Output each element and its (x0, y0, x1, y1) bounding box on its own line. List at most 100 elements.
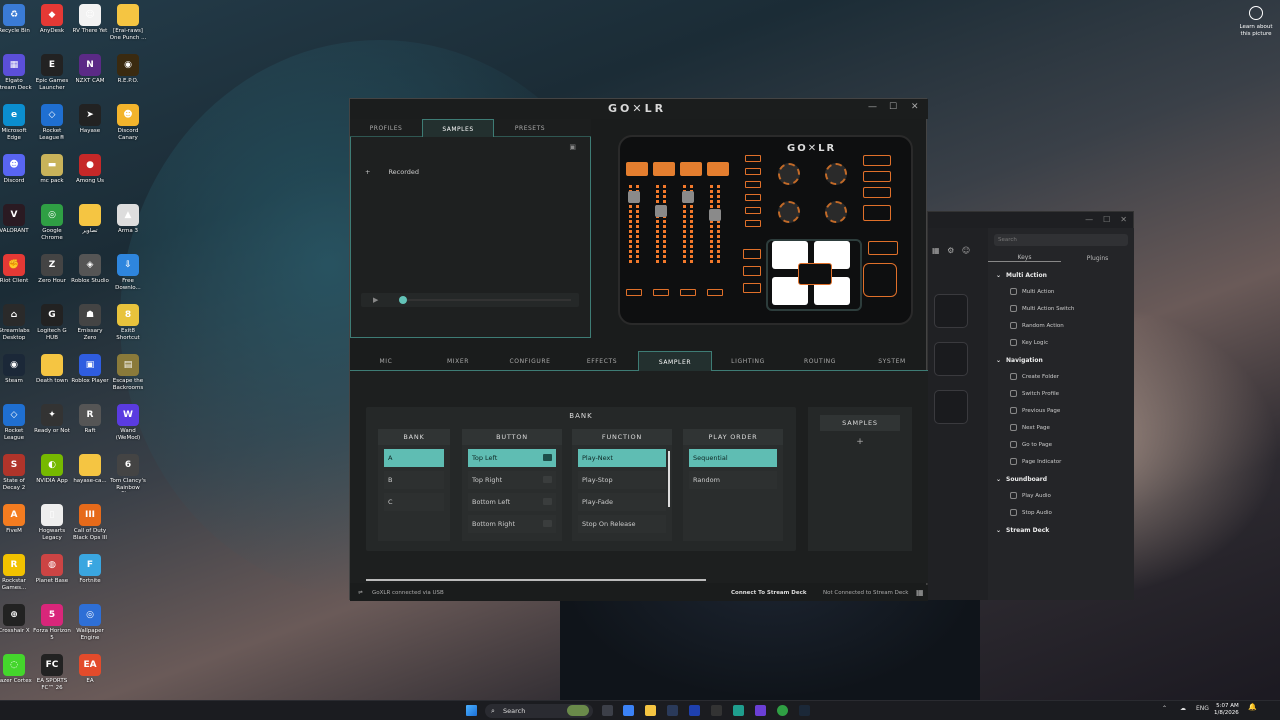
button-option[interactable]: Bottom Left (468, 493, 556, 511)
fx-toggle-button[interactable] (863, 205, 891, 221)
robot-button[interactable] (863, 171, 891, 182)
tab-keys[interactable]: Keys (988, 254, 1061, 262)
effect-knob[interactable] (778, 163, 800, 185)
tab-profiles[interactable]: PROFILES (350, 119, 422, 137)
effect-knob[interactable] (825, 163, 847, 185)
app-icon[interactable] (711, 705, 722, 716)
desktop-icon[interactable]: Z Zero Hour (33, 254, 71, 292)
fader[interactable] (626, 185, 642, 265)
tab-plugins[interactable]: Plugins (1061, 255, 1134, 262)
tab-presets[interactable]: PRESETS (494, 119, 566, 137)
mute-button[interactable] (626, 289, 642, 296)
close-icon[interactable]: ✕ (1120, 215, 1127, 225)
desktop-icon[interactable]: III Call of Duty Black Ops III (71, 504, 109, 542)
taskbar-clock[interactable]: 5:07 AM 1/8/2026 (1214, 703, 1239, 717)
desktop-icon[interactable]: N NZXT CAM (71, 54, 109, 92)
desktop-icon[interactable]: ⌂ Streamlabs Desktop (0, 304, 33, 342)
fx-button[interactable] (653, 162, 675, 176)
megaphone-button[interactable] (863, 155, 891, 166)
desktop-icon[interactable]: hayase-ca... (71, 454, 109, 492)
desktop-icon[interactable]: F Fortnite (71, 554, 109, 592)
tab-configure[interactable]: CONFIGURE (494, 351, 566, 371)
desktop-icon[interactable]: ☻ Discord (0, 154, 33, 192)
effect-preset-button[interactable] (745, 168, 761, 175)
tab-system[interactable]: SYSTEM (856, 351, 928, 371)
desktop-icon[interactable]: ◌ Razer Cortex (0, 654, 33, 692)
desktop-icon[interactable]: EA EA (71, 654, 109, 692)
fx-button[interactable] (626, 162, 648, 176)
tab-sampler[interactable]: SAMPLER (638, 351, 712, 371)
action-group-header[interactable]: ⌄ Navigation (988, 351, 1134, 368)
plugin-icon[interactable]: ▦ (932, 246, 940, 255)
function-option[interactable]: Play-Stop (578, 471, 666, 489)
action-item[interactable]: Play Audio (988, 487, 1134, 504)
desktop-icon[interactable]: ▬ mc pack (33, 154, 71, 192)
stream-deck-taskbar-icon[interactable] (755, 705, 766, 716)
notification-icon[interactable]: 🔔 (1248, 703, 1257, 711)
effect-knob[interactable] (778, 201, 800, 223)
hardtune-button[interactable] (863, 187, 891, 198)
steam-taskbar-icon[interactable] (799, 705, 810, 716)
action-item[interactable]: Page Indicator (988, 453, 1134, 470)
copilot-icon[interactable] (623, 705, 634, 716)
desktop-icon[interactable]: ◇ Rocket League® (33, 104, 71, 142)
action-item[interactable]: Previous Page (988, 402, 1134, 419)
user-icon[interactable]: ☺ (962, 246, 970, 255)
desktop-icon[interactable]: Death town (33, 354, 71, 392)
desktop-icon[interactable]: 5 Forza Horizon 5 (33, 604, 71, 642)
fx-button[interactable] (680, 162, 702, 176)
desktop-icon[interactable]: ▤ Escape the Backrooms (109, 354, 147, 392)
button-option[interactable]: Top Right (468, 471, 556, 489)
effect-preset-button[interactable] (745, 181, 761, 188)
key-slot[interactable] (934, 390, 968, 424)
action-item[interactable]: Multi Action Switch (988, 300, 1134, 317)
fader[interactable] (707, 185, 723, 265)
add-sample-button[interactable]: + (808, 437, 912, 447)
action-item[interactable]: Key Logic (988, 334, 1134, 351)
chevron-up-icon[interactable]: ⌃ (1162, 705, 1167, 712)
desktop-icon[interactable]: ◉ R.E.P.O. (109, 54, 147, 92)
function-option[interactable]: Play-Next (578, 449, 666, 467)
button-option[interactable]: Top Left (468, 449, 556, 467)
learn-about-picture[interactable]: Learn about this picture (1236, 6, 1276, 37)
action-item[interactable]: Next Page (988, 419, 1134, 436)
tab-effects[interactable]: EFFECTS (566, 351, 638, 371)
key-slot[interactable] (934, 342, 968, 376)
cough-button[interactable] (863, 263, 897, 297)
play-order-option[interactable]: Random (689, 471, 777, 489)
action-group-header[interactable]: ⌄ Stream Deck (988, 521, 1134, 538)
desktop-icon[interactable]: 6 Tom Clancy's Rainbow Six... (109, 454, 147, 492)
desktop-icon[interactable]: ◆ AnyDesk (33, 4, 71, 42)
effect-preset-button[interactable] (745, 220, 761, 227)
onedrive-icon[interactable]: ☁ (1180, 705, 1186, 712)
function-scrollbar[interactable] (668, 451, 670, 507)
grid-icon[interactable]: ▦ (916, 588, 924, 597)
desktop-icon[interactable]: A FiveM (0, 504, 33, 542)
playback-scrubber[interactable] (399, 296, 407, 304)
action-item[interactable]: Switch Profile (988, 385, 1134, 402)
action-group-header[interactable]: ⌄ Multi Action (988, 266, 1134, 283)
desktop-icon[interactable]: ➤ Hayase (71, 104, 109, 142)
action-item[interactable]: Random Action (988, 317, 1134, 334)
effect-preset-button[interactable] (745, 194, 761, 201)
tab-lighting[interactable]: LIGHTING (712, 351, 784, 371)
effect-preset-button[interactable] (745, 155, 761, 162)
desktop-icon[interactable]: S State of Decay 2 (0, 454, 33, 492)
sample-bank-c[interactable] (743, 283, 761, 293)
folder-icon[interactable]: ▣ (569, 143, 576, 151)
playback-track[interactable] (407, 299, 571, 301)
desktop-icon[interactable]: ▯ Hogwarts Legacy (33, 504, 71, 542)
bank-option[interactable]: B (384, 471, 444, 489)
desktop-icon[interactable]: ◈ Roblox Studio (71, 254, 109, 292)
desktop-icon[interactable]: ☺ RV There Yet (71, 4, 109, 42)
mute-button[interactable] (653, 289, 669, 296)
desktop-icon[interactable]: 8 Exit8 Shortcut (109, 304, 147, 342)
desktop-icon[interactable]: ⊕ Crosshair X (0, 604, 33, 642)
maximize-button[interactable]: ☐ (889, 102, 897, 112)
desktop-icon[interactable]: ◇ Rocket League (0, 404, 33, 442)
tab-mixer[interactable]: MIXER (422, 351, 494, 371)
chrome-taskbar-icon[interactable] (777, 705, 788, 716)
play-order-option[interactable]: Sequential (689, 449, 777, 467)
desktop-icon[interactable]: ▦ Elgato Stream Deck (0, 54, 33, 92)
fader[interactable] (653, 185, 669, 265)
